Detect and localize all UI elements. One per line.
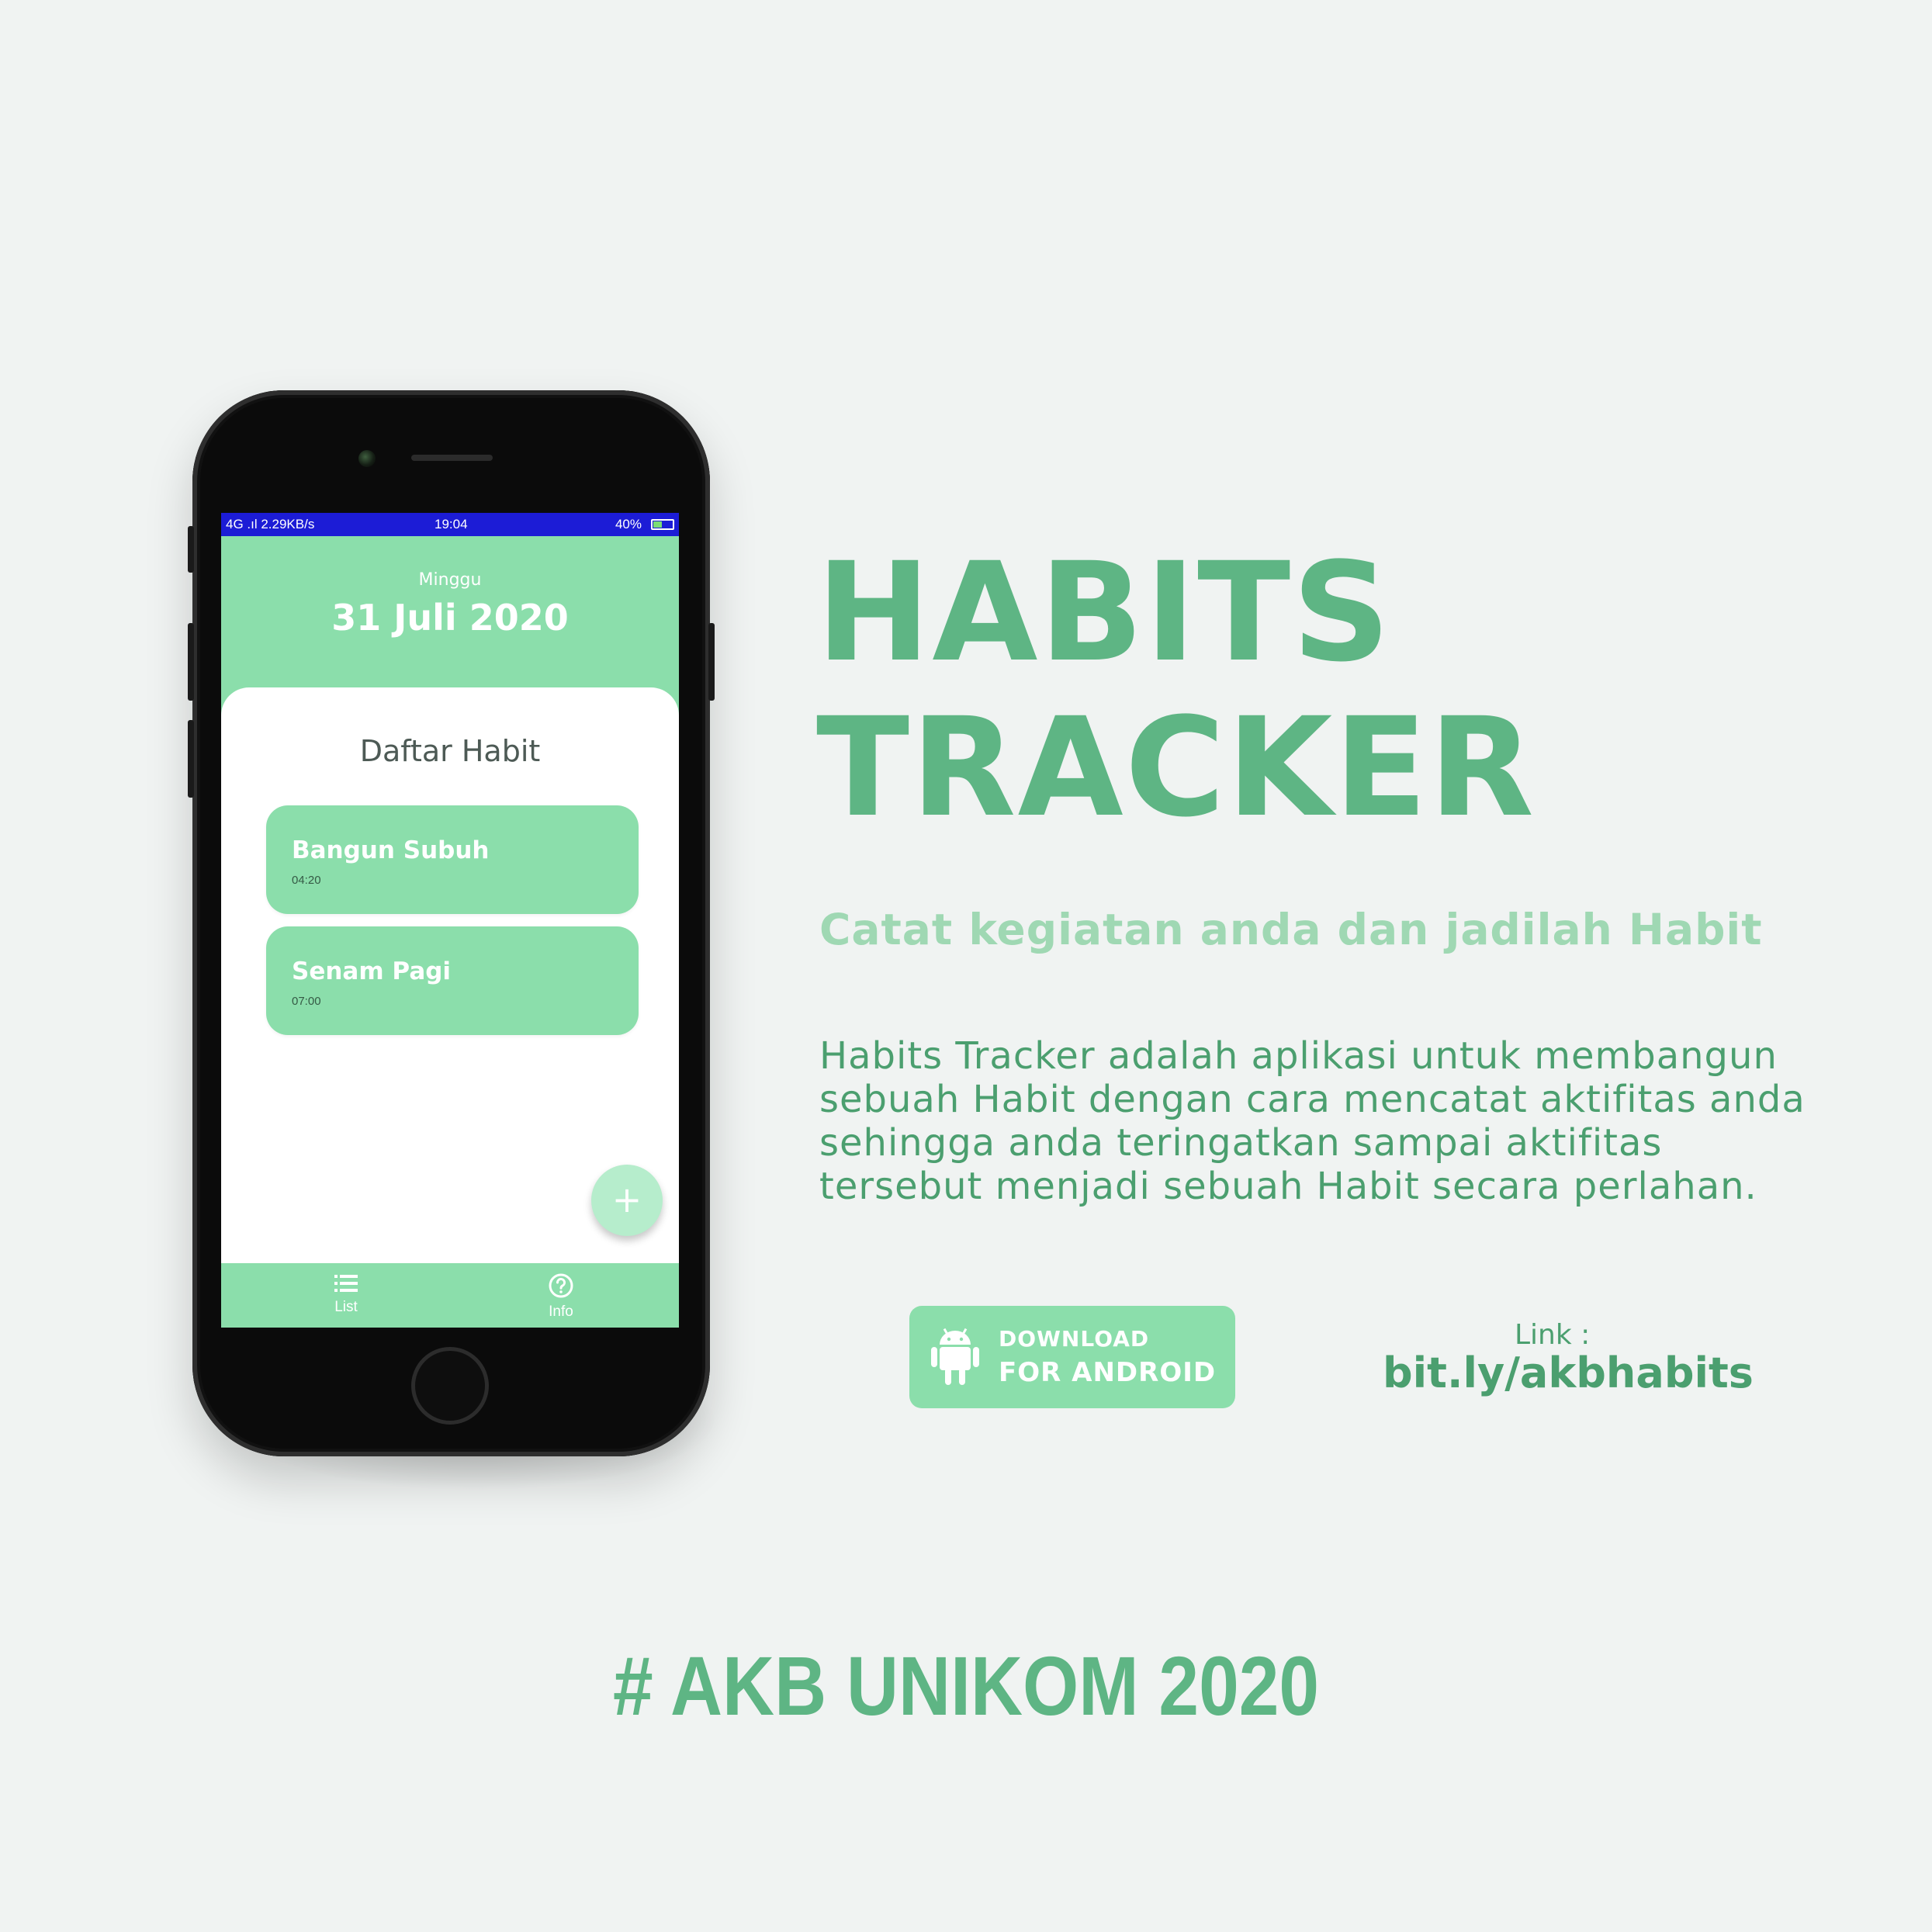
date-label: 31 Juli 2020 (331, 597, 569, 639)
nav-label-info: Info (549, 1304, 573, 1320)
earpiece-speaker (411, 455, 493, 461)
habit-time: 07:00 (292, 995, 321, 1008)
title-line-2: TRACKER (816, 688, 1536, 847)
power-button (708, 623, 715, 701)
list-icon (334, 1275, 358, 1292)
download-platform-label: FOR ANDROID (999, 1357, 1217, 1388)
phone-mockup: 4G .ıl 2.29KB/s 19:04 40% Minggu 31 Juli… (188, 390, 715, 1456)
page-title: HABITS TRACKER (816, 535, 1536, 846)
front-camera (358, 450, 376, 467)
android-icon (931, 1328, 979, 1385)
plus-icon: + (611, 1179, 642, 1220)
help-circle-icon (549, 1273, 573, 1298)
link-label: Link : (1515, 1319, 1591, 1351)
battery-icon (651, 519, 674, 530)
habit-list-panel: Daftar Habit Bangun Subuh 04:20 Senam Pa… (221, 687, 679, 1263)
habit-time: 04:20 (292, 874, 321, 887)
habit-card[interactable]: Senam Pagi 07:00 (266, 926, 639, 1035)
description-line: tersebut menjadi sebuah Habit secara per… (819, 1165, 1757, 1208)
volume-up-button (188, 623, 194, 701)
status-bar: 4G .ıl 2.29KB/s 19:04 40% (221, 513, 679, 536)
mute-switch (188, 526, 194, 573)
footer-hashtag: # AKB UNIKOM 2020 (612, 1639, 1320, 1733)
add-habit-button[interactable]: + (591, 1165, 663, 1236)
status-time: 19:04 (435, 517, 468, 531)
list-title: Daftar Habit (359, 734, 541, 768)
description-line: sehingga anda teringatkan sampai aktifit… (819, 1121, 1663, 1165)
download-android-button[interactable]: DOWNLOAD FOR ANDROID (909, 1306, 1235, 1408)
volume-down-button (188, 720, 194, 798)
nav-item-list[interactable]: List (284, 1272, 408, 1316)
home-button (411, 1347, 489, 1425)
habit-card[interactable]: Bangun Subuh 04:20 (266, 805, 639, 914)
status-network: 4G .ıl 2.29KB/s (226, 517, 315, 531)
app-screen: 4G .ıl 2.29KB/s 19:04 40% Minggu 31 Juli… (221, 513, 679, 1328)
description-line: sebuah Habit dengan cara mencatat aktifi… (819, 1078, 1806, 1121)
day-label: Minggu (418, 570, 482, 590)
nav-label-list: List (334, 1299, 358, 1315)
description: Habits Tracker adalah aplikasi untuk mem… (819, 1034, 1906, 1208)
nav-item-info[interactable]: Info (499, 1272, 623, 1321)
title-line-1: HABITS (816, 533, 1392, 692)
habit-name: Bangun Subuh (292, 836, 490, 864)
download-link[interactable]: bit.ly/akbhabits (1383, 1349, 1754, 1397)
status-battery-percent: 40% (615, 517, 642, 531)
bottom-navigation: List Info (221, 1263, 679, 1328)
habit-name: Senam Pagi (292, 957, 452, 985)
download-label: DOWNLOAD (999, 1326, 1150, 1352)
tagline: Catat kegiatan anda dan jadilah Habit (819, 905, 1763, 954)
description-line: Habits Tracker adalah aplikasi untuk mem… (819, 1034, 1778, 1078)
